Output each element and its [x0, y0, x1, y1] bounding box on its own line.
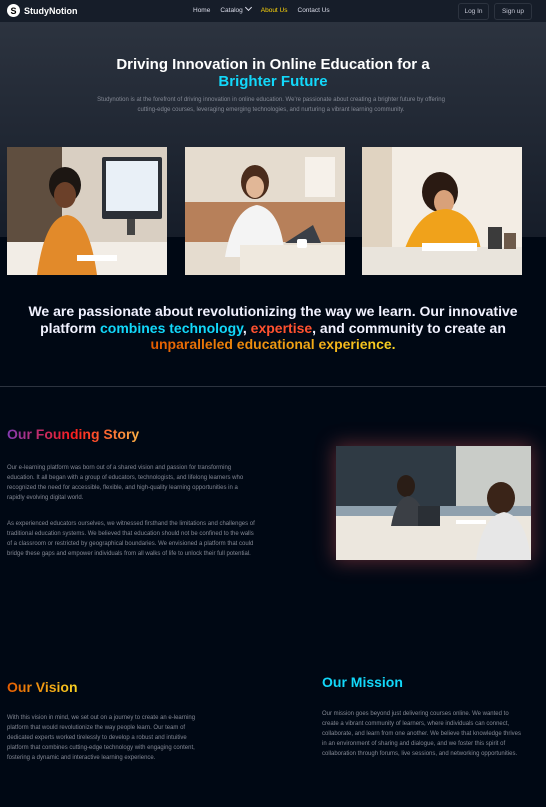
hero-photo-student-writing [362, 147, 522, 275]
hero-photo-student-computer [7, 147, 167, 275]
quote-separator: , [242, 319, 247, 336]
logo-icon: S [7, 4, 20, 17]
hero-title: Driving Innovation in Online Education f… [0, 56, 546, 90]
nav-link-about[interactable]: About Us [261, 7, 288, 14]
founding-story-title: Our Founding Story [7, 426, 140, 442]
chevron-down-icon [244, 3, 252, 12]
quote-highlight-expertise: expertise [250, 319, 313, 336]
mission-quote: We are passionate about revolutionizing … [0, 303, 546, 353]
logo[interactable]: S StudyNotion [7, 4, 78, 17]
hero-photo-student-laptop [185, 147, 345, 275]
hero-title-accent: Brighter Future [218, 73, 328, 90]
founding-story-paragraph-1: Our e-learning platform was born out of … [7, 465, 244, 501]
mission-text: Our mission goes beyond just delivering … [322, 711, 522, 757]
vision-title: Our Vision [7, 679, 78, 695]
signup-button[interactable]: Sign up [494, 3, 532, 20]
founding-story-image [336, 446, 531, 560]
login-button[interactable]: Log In [458, 3, 489, 20]
vision-text: With this vision in mind, we set out on … [7, 715, 196, 761]
section-divider [0, 386, 546, 387]
top-navbar: S StudyNotion Home Catalog About Us Cont… [0, 0, 546, 23]
nav-link-home[interactable]: Home [193, 7, 210, 14]
hero-title-line: Driving Innovation in Online Education f… [116, 56, 430, 73]
hero-description: Studynotion is at the forefront of drivi… [97, 97, 445, 113]
nav-link-catalog[interactable]: Catalog [220, 3, 252, 14]
nav-links: Home Catalog About Us Contact Us [193, 3, 330, 14]
logo-text: StudyNotion [24, 5, 78, 16]
quote-highlight-technology: combines technology [100, 319, 243, 336]
founding-story-paragraph-2: As experienced educators ourselves, we w… [7, 521, 255, 557]
quote-text-2: , and community to create an [312, 319, 506, 336]
quote-highlight-experience: unparalleled educational experience. [150, 336, 396, 352]
nav-link-catalog-label: Catalog [220, 7, 243, 14]
mission-title: Our Mission [322, 674, 403, 690]
nav-link-contact[interactable]: Contact Us [298, 7, 330, 14]
